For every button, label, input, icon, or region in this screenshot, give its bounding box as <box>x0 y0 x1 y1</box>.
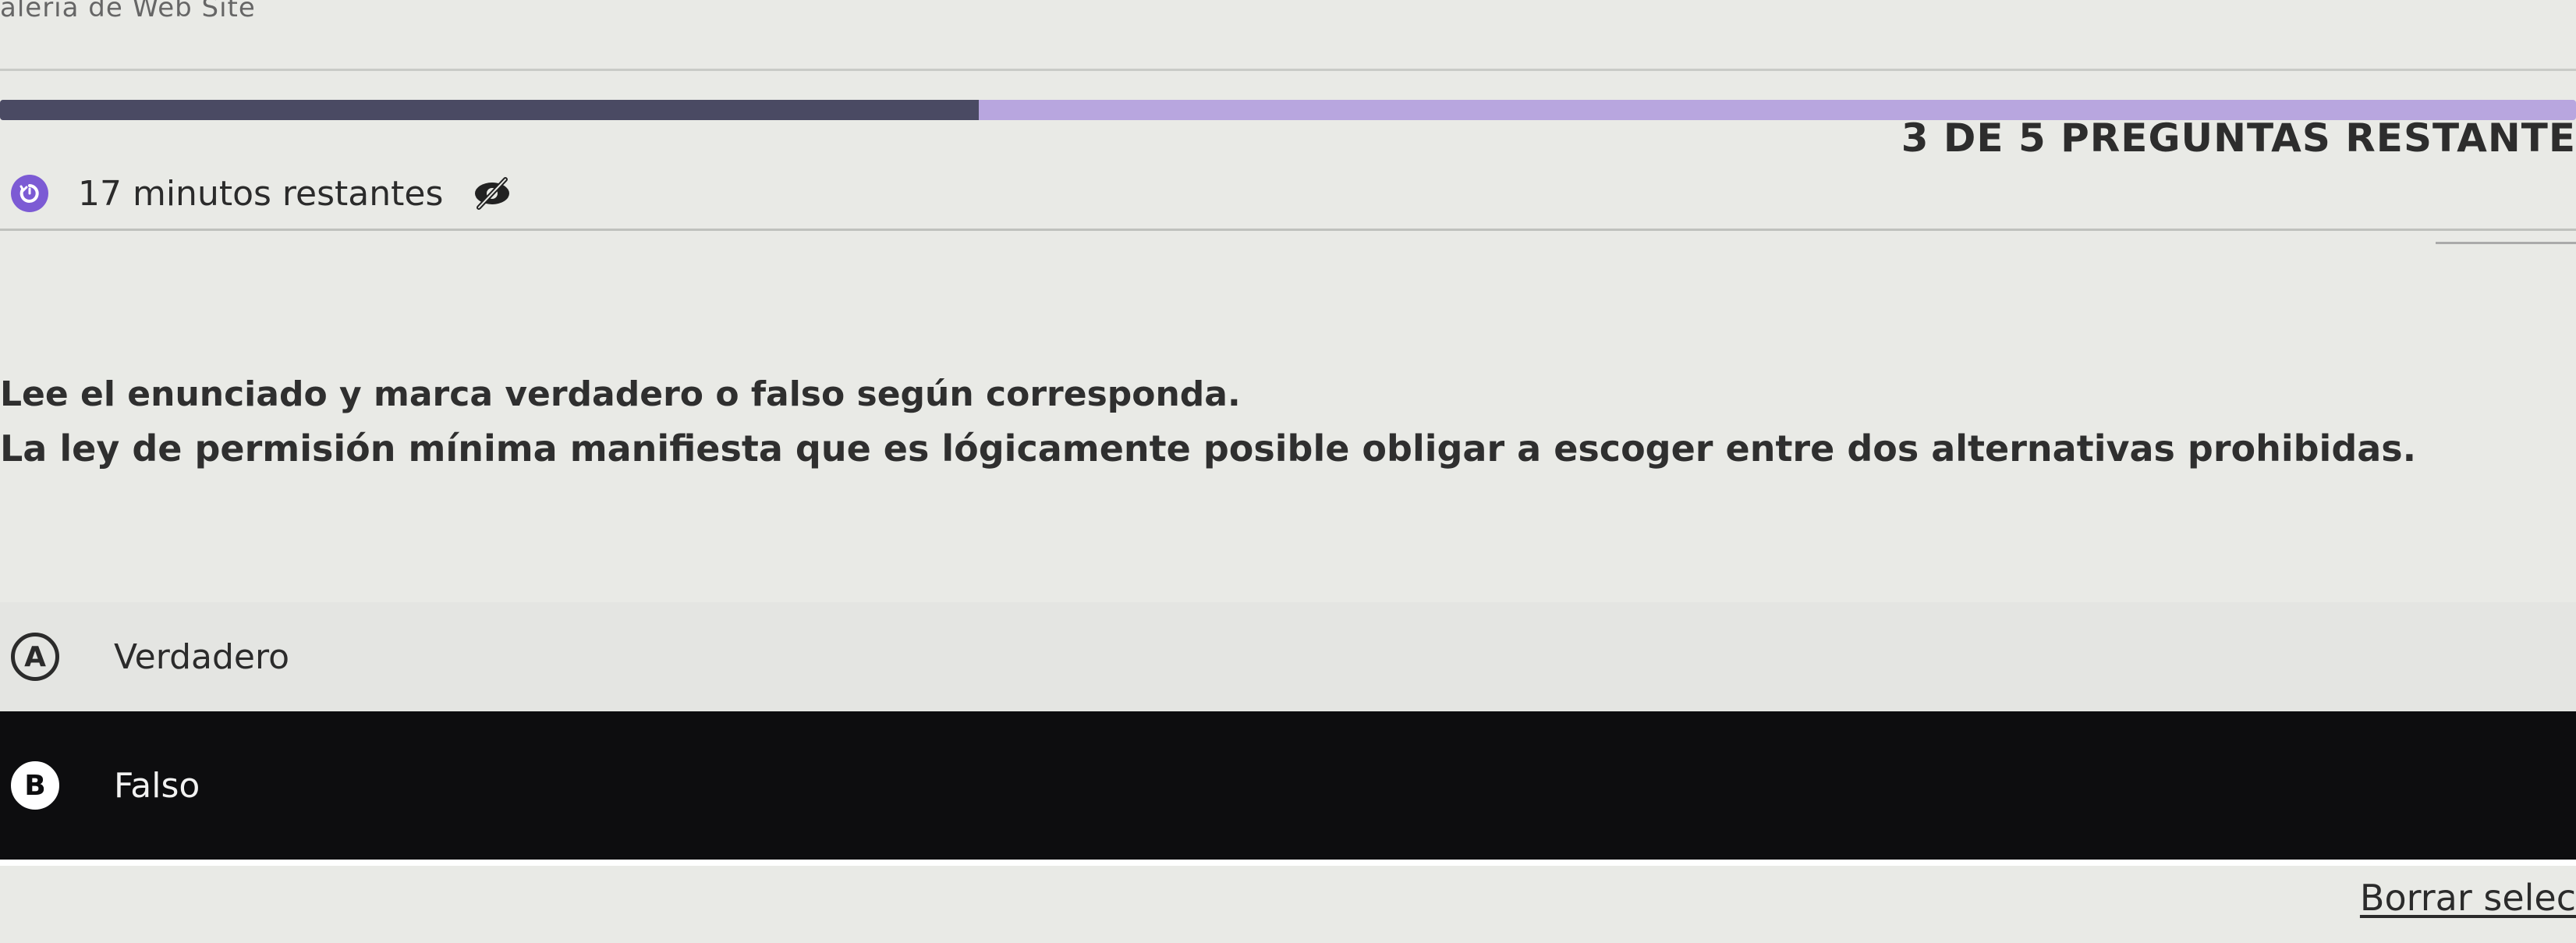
quiz-page: alería de Web Site 17 minutos restantes … <box>0 0 2576 943</box>
stopwatch-glyph <box>19 184 39 203</box>
option-label-a: Verdadero <box>114 636 290 677</box>
progress-bar-fill <box>0 100 980 120</box>
clear-selection-link[interactable]: Borrar selec <box>2360 877 2576 919</box>
questions-remaining: 3 DE 5 PREGUNTAS RESTANTE <box>1901 115 2576 161</box>
counter-underline <box>2436 242 2576 244</box>
time-remaining: 17 minutos restantes <box>78 173 444 214</box>
option-letter-a: A <box>11 633 59 681</box>
header-divider <box>0 229 2576 231</box>
option-verdadero[interactable]: A Verdadero <box>0 602 2576 711</box>
stopwatch-icon <box>11 175 48 212</box>
option-falso[interactable]: B Falso <box>0 711 2576 860</box>
options-bottom-divider <box>0 860 2576 866</box>
question-statement: La ley de permisión mínima manifiesta qu… <box>0 427 2417 470</box>
eye-slash-icon[interactable] <box>469 175 515 212</box>
browser-tab-title[interactable]: alería de Web Site <box>0 0 256 23</box>
question-instruction: Lee el enunciado y marca verdadero o fal… <box>0 374 1241 414</box>
timer: 17 minutos restantes <box>11 170 515 217</box>
option-label-b: Falso <box>114 765 200 806</box>
top-divider <box>0 69 2576 71</box>
option-letter-b: B <box>11 761 59 810</box>
